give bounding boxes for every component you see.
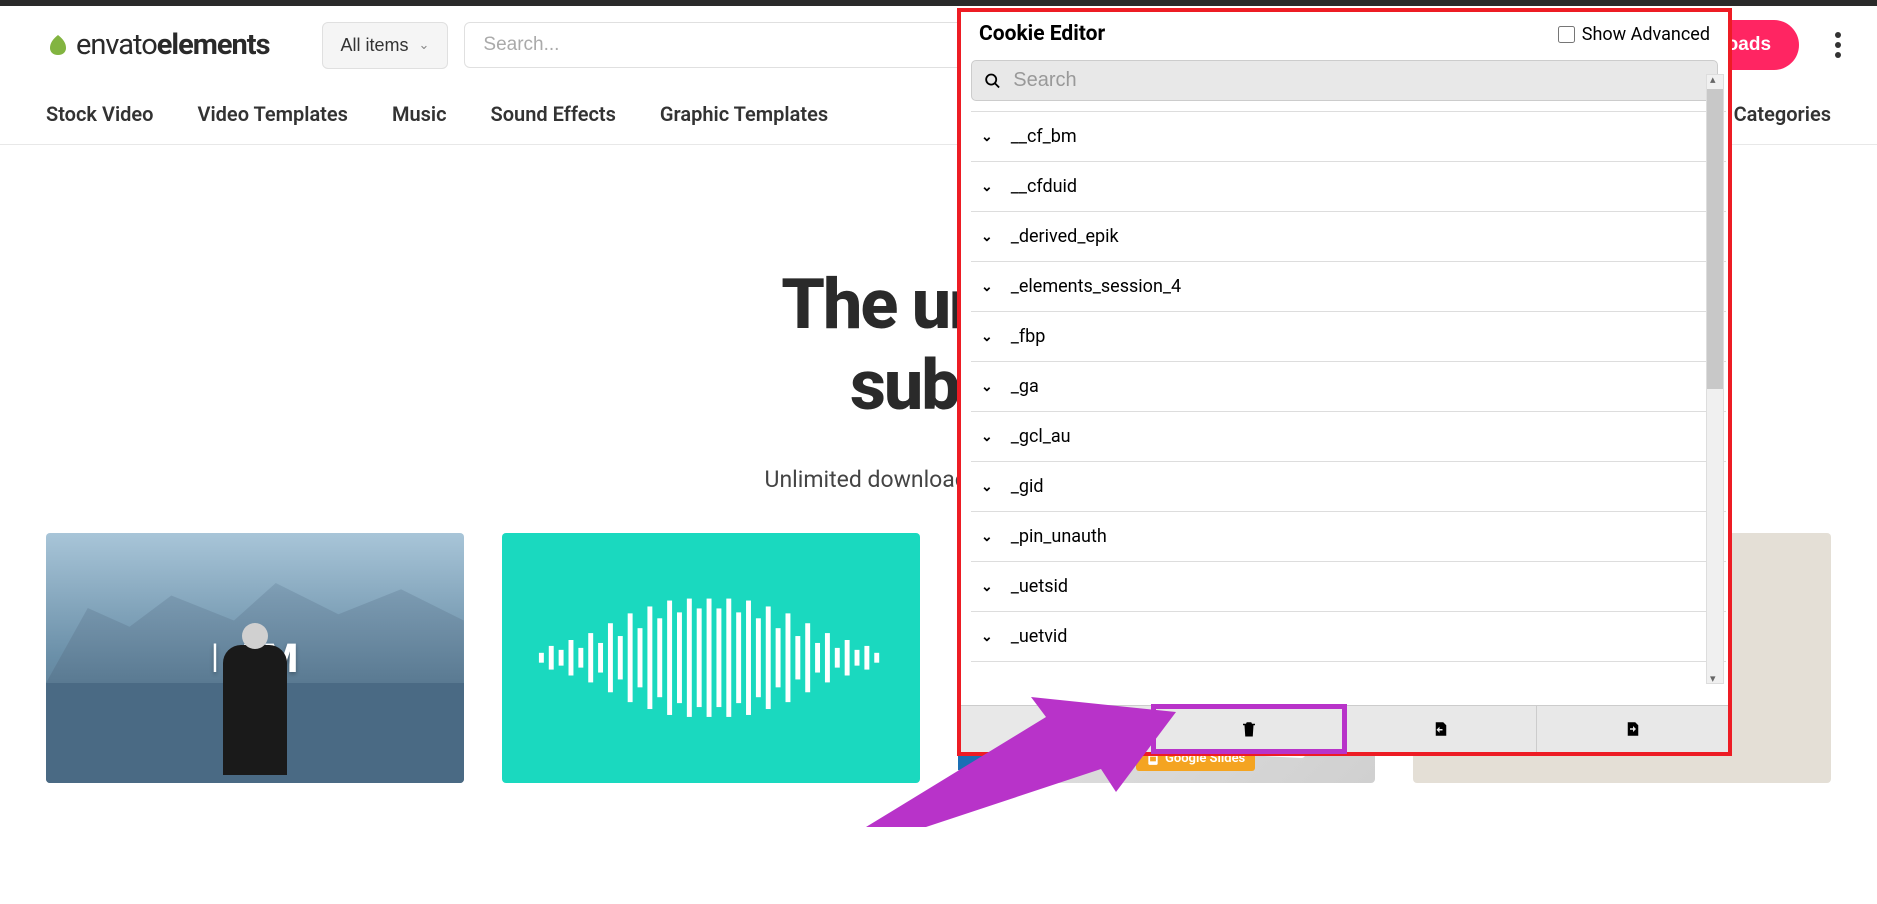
nav-item-graphic-templates[interactable]: Graphic Templates [660,102,828,126]
person-silhouette [223,645,287,775]
category-label: All items [341,35,409,56]
cookie-item[interactable]: ⌄__cf_bm [971,112,1726,162]
dots-icon [1835,32,1841,38]
cookie-item[interactable]: ⌄_derived_epik [971,212,1726,262]
cookie-item[interactable]: ⌄_uetsid [971,562,1726,612]
nav-item-video-templates[interactable]: Video Templates [197,102,347,126]
cookie-item[interactable]: ⌄__cfduid [971,162,1726,212]
chevron-down-icon: ⌄ [981,379,993,395]
scrollbar-thumb[interactable] [1707,89,1723,389]
chevron-down-icon: ⌄ [419,37,430,53]
nav-item-stock-video[interactable]: Stock Video [46,102,153,126]
show-advanced-toggle[interactable]: Show Advanced [1558,24,1710,45]
cookie-editor-header: Cookie Editor Show Advanced [961,12,1728,56]
cookie-item[interactable]: ⌄_ga [971,362,1726,412]
cookie-search-input[interactable] [1013,69,1705,92]
chevron-down-icon: ⌄ [981,329,993,345]
import-icon [1432,720,1450,738]
chevron-down-icon: ⌄ [981,429,993,445]
waveform-icon [533,589,888,727]
cookie-item[interactable]: ⌄_uetvid [971,612,1726,662]
card-stock-video[interactable]: I AM [46,533,464,783]
category-dropdown[interactable]: All items ⌄ [322,22,449,69]
cookie-item[interactable]: ⌄_gid [971,462,1726,512]
show-advanced-checkbox[interactable] [1558,26,1575,43]
trash-icon [1240,720,1258,738]
cookie-editor-title: Cookie Editor [979,22,1105,46]
logo-text: envatoelements [76,28,270,62]
chevron-down-icon: ⌄ [981,279,993,295]
chevron-down-icon: ⌄ [981,229,993,245]
add-cookie-button[interactable] [961,706,1153,752]
plus-icon [1048,720,1066,738]
nav-item-music[interactable]: Music [392,102,447,126]
cookie-item[interactable]: ⌄_fbp [971,312,1726,362]
chevron-down-icon: ⌄ [981,479,993,495]
cookie-item[interactable]: ⌄_pin_unauth [971,512,1726,562]
chevron-down-icon: ⌄ [981,129,993,145]
chevron-down-icon: ⌄ [981,579,993,595]
search-icon [984,72,1001,90]
cookie-toolbar [961,705,1728,752]
cookie-scrollbar[interactable] [1706,74,1724,684]
cookie-list[interactable]: ⌄__cf_bm ⌄__cfduid ⌄_derived_epik ⌄_elem… [971,111,1726,705]
export-cookie-button[interactable] [1537,706,1728,752]
chevron-down-icon: ⌄ [981,179,993,195]
nav-item-sound-effects[interactable]: Sound Effects [491,102,616,126]
delete-cookie-button[interactable] [1153,706,1345,752]
logo[interactable]: envatoelements [46,28,270,62]
cookie-item[interactable]: ⌄_gcl_au [971,412,1726,462]
more-menu-button[interactable] [1829,26,1847,64]
card-audio[interactable] [502,533,920,783]
show-advanced-label: Show Advanced [1582,24,1710,45]
chevron-down-icon: ⌄ [981,629,993,645]
cookie-item[interactable]: ⌄_elements_session_4 [971,262,1726,312]
chevron-down-icon: ⌄ [981,529,993,545]
import-cookie-button[interactable] [1345,706,1537,752]
cookie-editor-popup: Cookie Editor Show Advanced ⌄__cf_bm ⌄__… [957,8,1732,756]
leaf-icon [46,33,70,57]
cookie-search-container [971,60,1718,101]
export-icon [1624,720,1642,738]
